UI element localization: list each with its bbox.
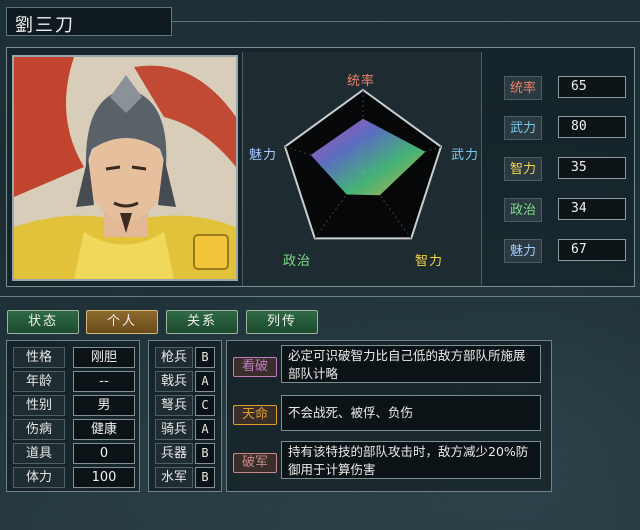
stat-label: 统率: [504, 76, 542, 100]
info-label: 伤病: [13, 419, 65, 440]
stat-label: 武力: [504, 116, 542, 140]
radar-label-war: 武力: [451, 148, 480, 163]
info-value: 100: [73, 467, 135, 488]
stat-value: 65: [558, 76, 626, 98]
stat-label: 智力: [504, 157, 542, 181]
troop-label: 弩兵: [155, 395, 193, 416]
skill-desc-pojun: 持有该特技的部队攻击时，敌方减少20%防御用于计算伤害: [281, 441, 541, 479]
stat-label: 政治: [504, 198, 542, 222]
section-divider: [0, 296, 640, 297]
tab-biography[interactable]: 列传: [246, 310, 318, 334]
troop-grade: B: [195, 467, 215, 488]
stat-value: 80: [558, 116, 626, 138]
radar-label-int: 智力: [415, 254, 444, 269]
troop-grade: B: [195, 347, 215, 368]
info-value: 0: [73, 443, 135, 464]
info-value: --: [73, 371, 135, 392]
tab-personal[interactable]: 个人: [86, 310, 158, 334]
radar-label-lead: 统率: [347, 74, 376, 89]
info-label: 道具: [13, 443, 65, 464]
officer-portrait: [12, 55, 238, 281]
radar-label-pol: 政治: [283, 254, 312, 269]
title-divider: [172, 21, 640, 22]
officer-name-title: 劉三刀: [6, 7, 172, 36]
troop-label: 水军: [155, 467, 193, 488]
skill-button-kanpo[interactable]: 看破: [233, 357, 277, 377]
info-label: 体力: [13, 467, 65, 488]
skill-button-pojun[interactable]: 破军: [233, 453, 277, 473]
portrait-image: [14, 57, 236, 279]
stat-value: 35: [558, 157, 626, 179]
stat-label: 魅力: [504, 239, 542, 263]
stat-value: 34: [558, 198, 626, 220]
troop-grade: A: [195, 371, 215, 392]
info-value: 男: [73, 395, 135, 416]
info-value: 健康: [73, 419, 135, 440]
stat-value: 67: [558, 239, 626, 261]
troop-label: 骑兵: [155, 419, 193, 440]
radar-label-chr: 魅力: [249, 148, 278, 163]
skill-button-tianming[interactable]: 天命: [233, 405, 277, 425]
tab-status[interactable]: 状态: [7, 310, 79, 334]
personal-info-panel: 性格 刚胆 年龄 -- 性别 男 伤病 健康 道具 0 体力 100: [6, 340, 140, 492]
troop-grade: C: [195, 395, 215, 416]
info-label: 性别: [13, 395, 65, 416]
info-label: 年龄: [13, 371, 65, 392]
stat-row-war: 武力 80: [502, 116, 626, 140]
stat-row-pol: 政治 34: [502, 198, 626, 222]
skill-desc-tianming: 不会战死、被俘、负伤: [281, 395, 541, 431]
troop-aptitude-panel: 枪兵 B 戟兵 A 弩兵 C 骑兵 A 兵器 B 水军 B: [148, 340, 222, 492]
skill-desc-kanpo: 必定可识破智力比自己低的敌方部队所施展部队计略: [281, 345, 541, 383]
tab-relations[interactable]: 关系: [166, 310, 238, 334]
troop-label: 兵器: [155, 443, 193, 464]
info-label: 性格: [13, 347, 65, 368]
stat-row-chr: 魅力 67: [502, 239, 626, 263]
stat-radar-panel: 统率 武力 智力 政治 魅力: [242, 52, 482, 286]
stat-row-int: 智力 35: [502, 157, 626, 181]
info-value: 刚胆: [73, 347, 135, 368]
troop-label: 戟兵: [155, 371, 193, 392]
stat-row-lead: 统率 65: [502, 76, 626, 100]
troop-label: 枪兵: [155, 347, 193, 368]
troop-grade: A: [195, 419, 215, 440]
stats-list: 统率 65 武力 80 智力 35 政治 34 魅力 67: [486, 52, 631, 286]
skills-panel: 看破 必定可识破智力比自己低的敌方部队所施展部队计略 天命 不会战死、被俘、负伤…: [226, 340, 552, 492]
troop-grade: B: [195, 443, 215, 464]
